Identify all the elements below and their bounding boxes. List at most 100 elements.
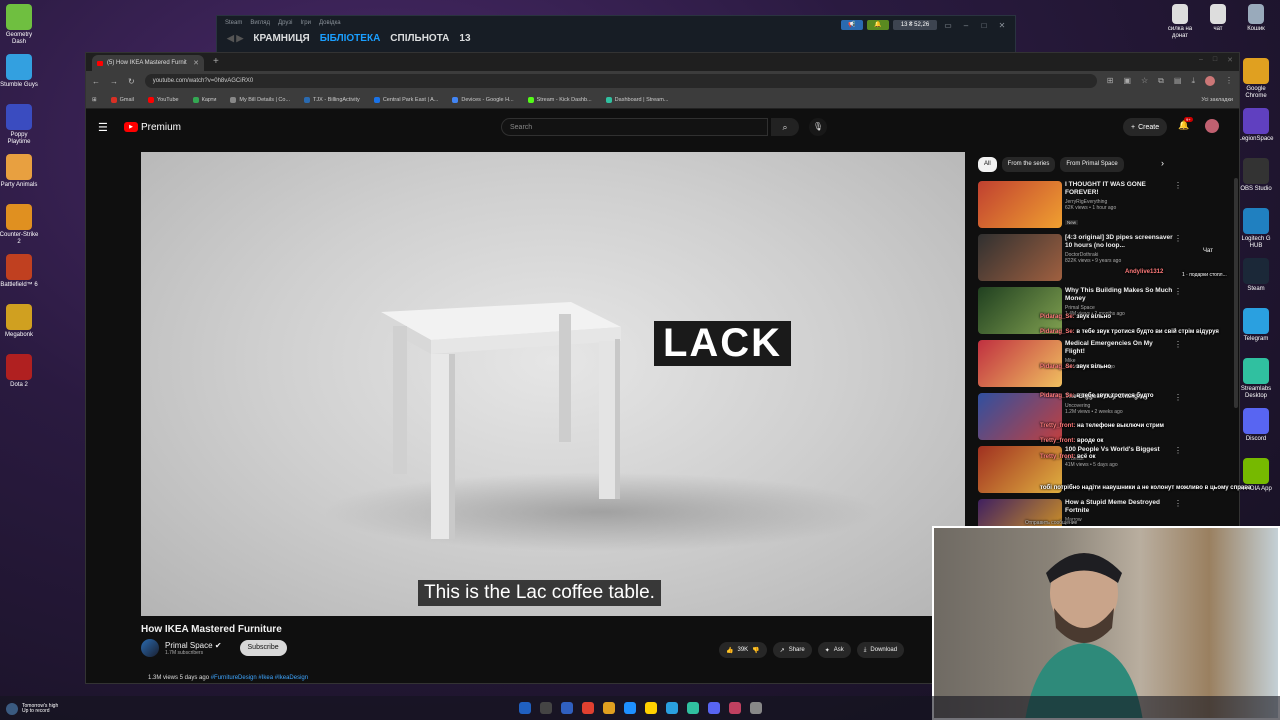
bookmark-item[interactable]: Gmail (110, 96, 134, 103)
taskbar-app-icon[interactable] (644, 702, 657, 714)
desktop-shortcut-1[interactable]: чат (1198, 4, 1238, 33)
search-icon[interactable]: ⌕ (771, 118, 799, 136)
search-input[interactable]: Search (501, 118, 768, 136)
close-icon[interactable]: ✕ (995, 21, 1009, 30)
video-thumbnail[interactable] (978, 287, 1062, 334)
scrollbar[interactable] (1234, 178, 1238, 408)
bookmark-item[interactable]: Stream - Kick Dashb... (527, 96, 592, 103)
back-icon[interactable]: ← (92, 77, 100, 86)
ask-button[interactable]: ✦ Ask (817, 642, 851, 658)
new-tab-icon[interactable]: + (213, 56, 219, 67)
all-bookmarks[interactable]: Усі закладки (1201, 97, 1233, 103)
more-options-icon[interactable]: ⋮ (1174, 234, 1182, 243)
cast-icon[interactable]: ▣ (1123, 76, 1131, 86)
notification-icon[interactable]: 🔔 (867, 20, 889, 30)
subscribe-button[interactable]: Subscribe (239, 640, 287, 656)
url-field[interactable]: youtube.com/watch?v=0h8vAGCiRX0 (144, 74, 1097, 88)
recommended-video[interactable]: I THOUGHT IT WAS GONE FOREVER! JerryRigEv… (978, 181, 1223, 229)
sidepanel-icon[interactable]: ▤ (1174, 76, 1182, 86)
desktop-icon-right-5[interactable]: Telegram (1236, 308, 1276, 343)
video-title[interactable]: Why This Building Makes So Much Money (1065, 287, 1173, 303)
bookmark-item[interactable]: Dashboard | Stream... (605, 96, 668, 103)
hashtags[interactable]: #FurnitureDesign #Ikea #IkeaDesign (211, 675, 308, 681)
more-options-icon[interactable]: ⋮ (1174, 499, 1182, 508)
minimize-icon[interactable]: – (959, 21, 973, 30)
weather-widget[interactable]: Tomorrow's high Up to record (6, 703, 58, 715)
translate-icon[interactable]: ⊞ (1107, 76, 1114, 86)
close-icon[interactable]: ✕ (1227, 56, 1233, 64)
channel-name[interactable]: Primal Space ✔ (165, 641, 222, 650)
bookmark-item[interactable]: YouTube (147, 96, 179, 103)
desktop-shortcut-0[interactable]: силка на донат (1160, 4, 1200, 39)
desktop-shortcut-2[interactable]: Кошик (1236, 4, 1276, 33)
video-player[interactable]: LACK This is the Lac coffee table. (141, 152, 965, 616)
youtube-logo[interactable]: ▶ Premium (124, 122, 181, 133)
video-title[interactable]: [4:3 original] 3D pipes screensaver 10 h… (1065, 234, 1173, 250)
create-button[interactable]: + Create (1123, 118, 1168, 136)
more-options-icon[interactable]: ⋮ (1174, 340, 1182, 349)
download-button[interactable]: ⤓ Download (856, 642, 905, 658)
notifications-icon[interactable]: 🔔 9+ (1178, 117, 1193, 131)
taskbar-app-icon[interactable] (707, 702, 720, 714)
taskbar-app-icon[interactable] (581, 702, 594, 714)
video-title[interactable]: 100 People Vs World's Biggest (1065, 446, 1173, 454)
close-tab-icon[interactable]: ✕ (193, 59, 199, 67)
extensions-icon[interactable]: ⧉ (1158, 76, 1164, 86)
channel-name[interactable]: Marrow (1065, 517, 1173, 523)
chevron-right-icon[interactable]: › (1161, 158, 1164, 168)
taskbar-app-icon[interactable] (539, 702, 552, 714)
dislike-icon[interactable]: 👎 (752, 647, 759, 654)
downloads-icon[interactable]: ⤓ (1191, 76, 1195, 86)
bookmark-item[interactable]: TJX - BillingActivity (304, 96, 360, 103)
taskbar-app-icon[interactable] (602, 702, 615, 714)
steam-menu-item[interactable]: Друзі (278, 20, 292, 26)
video-thumbnail[interactable] (978, 181, 1062, 228)
bookmark-item[interactable]: My Bill Details | Co... (230, 96, 290, 103)
steam-menu-item[interactable]: Ігри (300, 20, 311, 26)
steam-menu-item[interactable]: Довідка (319, 20, 341, 26)
steam-nav-item[interactable]: КРАМНИЦЯ (253, 33, 309, 44)
account-avatar[interactable] (1205, 119, 1219, 133)
desktop-icon-5[interactable]: Battlefield™ 6 (0, 254, 39, 289)
desktop-icon-right-6[interactable]: Streamlabs Desktop (1236, 358, 1276, 399)
desktop-icon-right-0[interactable]: Google Chrome (1236, 58, 1276, 99)
desktop-icon-6[interactable]: Megabonk (0, 304, 39, 339)
share-button[interactable]: ↗ Share (772, 642, 812, 658)
desktop-icon-1[interactable]: Stumble Guys (0, 54, 39, 89)
taskbar-app-icon[interactable] (560, 702, 573, 714)
video-title[interactable]: Medical Emergencies On My Flight! (1065, 340, 1173, 356)
recommended-video[interactable]: The Biggest Day Changing Uncovering 1.2M v… (978, 393, 1223, 441)
like-button[interactable]: 👍 39K 👎 (719, 642, 767, 658)
taskbar-app-icon[interactable] (686, 702, 699, 714)
menu-dots-icon[interactable]: ⋮ (1225, 76, 1233, 86)
steam-nav-item[interactable]: БІБЛІОТЕКА (320, 33, 381, 44)
video-title[interactable]: I THOUGHT IT WAS GONE FOREVER! (1065, 181, 1173, 197)
filter-chip[interactable]: From Primal Space (1060, 157, 1124, 172)
desktop-icon-right-7[interactable]: Discord (1236, 408, 1276, 443)
desktop-icon-7[interactable]: Dota 2 (0, 354, 39, 389)
more-options-icon[interactable]: ⋮ (1174, 446, 1182, 455)
microphone-icon[interactable]: 🎙 (809, 118, 827, 136)
video-title[interactable]: How a Stupid Meme Destroyed Fortnite (1065, 499, 1173, 515)
monitor-icon[interactable]: ▭ (941, 21, 955, 30)
bookmark-item[interactable]: Карти (192, 96, 216, 103)
wallet-balance[interactable]: 13 ₴ 52,26 (893, 20, 937, 30)
desktop-icon-3[interactable]: Party Animals (0, 154, 39, 189)
forward-icon[interactable]: → (110, 77, 118, 86)
bookmark-item[interactable]: Central Park East | A... (373, 96, 438, 103)
more-options-icon[interactable]: ⋮ (1174, 181, 1182, 190)
video-thumbnail[interactable] (978, 234, 1062, 281)
menu-icon[interactable]: ☰ (98, 121, 118, 134)
desktop-icon-right-1[interactable]: LegionSpace (1236, 108, 1276, 143)
steam-menu-item[interactable]: Steam (225, 20, 242, 26)
taskbar-app-icon[interactable] (749, 702, 762, 714)
filter-chip[interactable]: All (978, 157, 997, 172)
taskbar-app-icon[interactable] (623, 702, 636, 714)
more-options-icon[interactable]: ⋮ (1174, 393, 1182, 402)
video-thumbnail[interactable] (978, 393, 1062, 440)
maximize-icon[interactable]: □ (977, 21, 991, 30)
recommended-video[interactable]: Why This Building Makes So Much Money Pri… (978, 287, 1223, 335)
reload-icon[interactable]: ↻ (128, 77, 135, 86)
video-description[interactable]: 1.3M views 5 days ago #FurnitureDesign #… (148, 675, 308, 681)
bookmark-star-icon[interactable]: ☆ (1141, 76, 1148, 86)
